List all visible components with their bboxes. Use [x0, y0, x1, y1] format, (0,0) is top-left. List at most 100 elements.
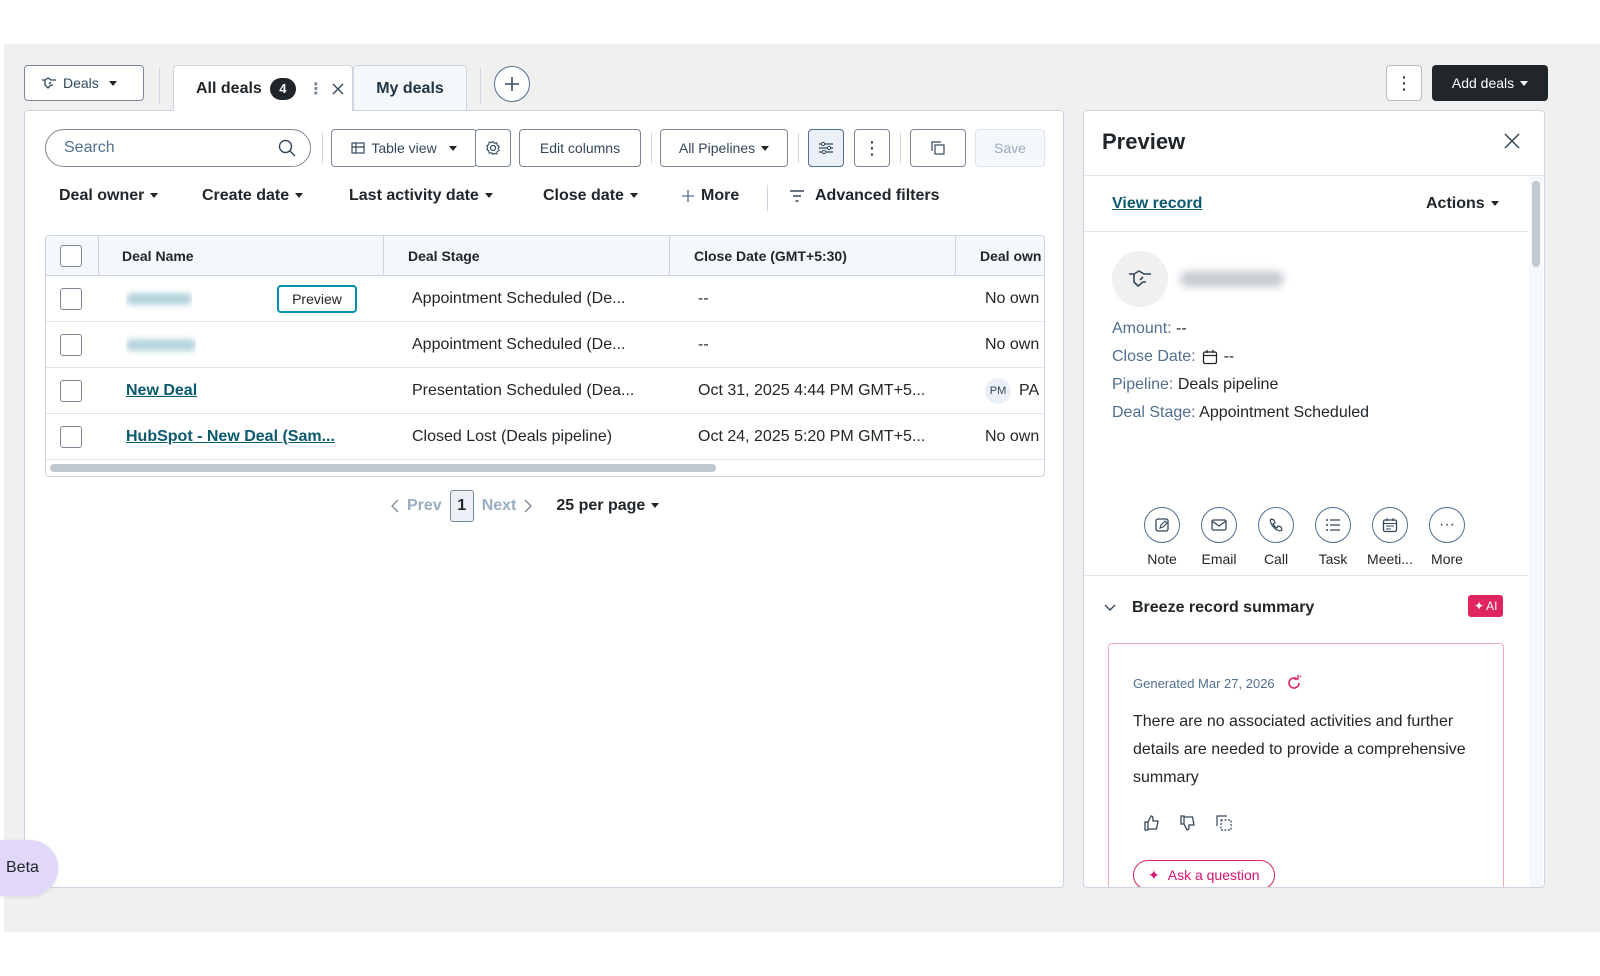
- row-checkbox[interactable]: [60, 426, 82, 448]
- ask-question-button[interactable]: ✦ Ask a question: [1133, 860, 1275, 887]
- add-deals-label: Add deals: [1451, 75, 1515, 91]
- meeting-action[interactable]: Meeti...: [1364, 507, 1416, 567]
- copy-icon: [931, 141, 945, 155]
- advanced-filters-button[interactable]: Advanced filters: [789, 187, 939, 205]
- ellipsis-icon: ···: [1429, 507, 1465, 543]
- view-record-link[interactable]: View record: [1112, 195, 1202, 213]
- column-header-deal-name[interactable]: Deal Name: [98, 236, 384, 276]
- chevron-down-icon: [448, 145, 457, 151]
- preview-title: Preview: [1102, 129, 1186, 154]
- per-page-dropdown[interactable]: 25 per page: [556, 497, 660, 515]
- close-tab-icon[interactable]: [332, 83, 344, 95]
- table-view-button[interactable]: Table view: [331, 129, 477, 167]
- beta-badge[interactable]: Beta: [0, 840, 58, 896]
- app-frame: Deals All deals 4 ⋮ My deals ⋮ Add deals…: [4, 44, 1600, 932]
- divider: [798, 133, 799, 163]
- current-page[interactable]: 1: [449, 490, 474, 522]
- object-selector-label: Deals: [63, 75, 99, 91]
- regenerate-icon[interactable]: [1285, 674, 1303, 692]
- ai-badge: ✦ AI: [1468, 595, 1504, 617]
- call-action[interactable]: Call: [1250, 507, 1302, 567]
- divider: [1084, 575, 1528, 576]
- table-row[interactable]: Appointment Scheduled (De... -- No own: [46, 322, 1044, 368]
- add-view-button[interactable]: [494, 66, 530, 102]
- object-selector-button[interactable]: Deals: [24, 65, 144, 101]
- record-avatar: [1112, 251, 1168, 307]
- divider: [98, 236, 99, 276]
- filter-close-date[interactable]: Close date: [543, 187, 638, 205]
- chevron-down-icon: [651, 503, 660, 509]
- email-icon: [1201, 507, 1237, 543]
- chevron-down-icon: [484, 193, 493, 199]
- record-name-blurred: [1180, 271, 1284, 287]
- horizontal-scrollbar[interactable]: [50, 464, 716, 472]
- pipelines-dropdown[interactable]: All Pipelines: [660, 129, 788, 167]
- deal-owner-cell: No own: [985, 428, 1040, 445]
- row-checkbox[interactable]: [60, 288, 82, 310]
- task-action[interactable]: Task: [1307, 507, 1359, 567]
- table-row[interactable]: Preview Appointment Scheduled (De... -- …: [46, 276, 1044, 322]
- add-deals-button[interactable]: Add deals: [1432, 65, 1548, 101]
- divider: [480, 68, 481, 104]
- note-action[interactable]: Note: [1136, 507, 1188, 567]
- tab-my-deals[interactable]: My deals: [353, 65, 467, 111]
- column-header-close-date[interactable]: Close Date (GMT+5:30): [670, 236, 956, 276]
- more-action[interactable]: ··· More: [1421, 507, 1473, 567]
- column-header-deal-stage[interactable]: Deal Stage: [384, 236, 670, 276]
- filter-create-date[interactable]: Create date: [202, 187, 304, 205]
- close-icon[interactable]: [1504, 133, 1520, 149]
- edit-columns-button[interactable]: Edit columns: [519, 129, 641, 167]
- more-options-button[interactable]: ⋮: [1386, 65, 1422, 101]
- row-preview-button[interactable]: Preview: [277, 285, 357, 313]
- gear-icon: [485, 140, 501, 156]
- divider: [159, 68, 160, 104]
- thumbs-up-icon[interactable]: [1143, 814, 1161, 832]
- thumbs-down-icon[interactable]: [1179, 814, 1197, 832]
- chevron-down-icon: [108, 80, 117, 86]
- column-header-deal-owner[interactable]: Deal own: [956, 236, 1044, 276]
- deals-table-panel: Search Table view Edit columns All Pipel…: [24, 110, 1064, 888]
- chevron-down-icon: [1520, 80, 1529, 86]
- summary-title: Breeze record summary: [1132, 599, 1315, 616]
- deal-name-blurred[interactable]: [126, 322, 196, 368]
- table-row[interactable]: New Deal Presentation Scheduled (Dea... …: [46, 368, 1044, 414]
- property-close-date: Close Date: --: [1112, 348, 1235, 365]
- prev-page-button[interactable]: Prev: [407, 497, 442, 515]
- vertical-scrollbar[interactable]: [1532, 181, 1540, 267]
- actions-dropdown[interactable]: Actions: [1426, 195, 1499, 213]
- kebab-icon: ⋮: [1395, 72, 1413, 93]
- tab-options-icon[interactable]: ⋮: [308, 79, 324, 99]
- duplicate-view-button[interactable]: [910, 129, 966, 167]
- table-more-button[interactable]: ⋮: [854, 129, 890, 167]
- table-header: Deal Name Deal Stage Close Date (GMT+5:3…: [46, 236, 1044, 276]
- phone-icon: [1258, 507, 1294, 543]
- chevron-down-icon: [629, 193, 638, 199]
- copy-icon[interactable]: [1215, 814, 1233, 832]
- save-button[interactable]: Save: [975, 129, 1045, 167]
- deal-owner-cell: PM PA: [985, 368, 1044, 414]
- filter-deal-owner[interactable]: Deal owner: [59, 187, 159, 205]
- handshake-icon: [1128, 270, 1152, 288]
- more-filters-button[interactable]: More: [681, 187, 739, 205]
- deal-name-link[interactable]: HubSpot - New Deal (Sam...: [126, 414, 335, 460]
- deal-name-blurred[interactable]: [126, 276, 192, 322]
- row-checkbox[interactable]: [60, 334, 82, 356]
- email-action[interactable]: Email: [1193, 507, 1245, 567]
- chevron-right-icon: [524, 499, 533, 513]
- filters-toggle-button[interactable]: [808, 129, 844, 167]
- select-all-checkbox[interactable]: [60, 245, 82, 267]
- deal-stage-cell: Appointment Scheduled (De...: [412, 290, 626, 307]
- next-page-button[interactable]: Next: [482, 497, 517, 515]
- search-input[interactable]: Search: [45, 129, 311, 167]
- filter-last-activity-date[interactable]: Last activity date: [349, 187, 493, 205]
- save-label: Save: [994, 140, 1026, 156]
- divider: [1084, 175, 1544, 176]
- plus-icon: [681, 189, 695, 203]
- tab-all-deals[interactable]: All deals 4 ⋮: [173, 65, 353, 111]
- row-checkbox[interactable]: [60, 380, 82, 402]
- table-row[interactable]: HubSpot - New Deal (Sam... Closed Lost (…: [46, 414, 1044, 460]
- summary-section-toggle[interactable]: Breeze record summary: [1104, 599, 1314, 617]
- view-settings-button[interactable]: [475, 129, 511, 167]
- vertical-scrollbar-track: [1529, 177, 1543, 887]
- deal-name-link[interactable]: New Deal: [126, 368, 197, 414]
